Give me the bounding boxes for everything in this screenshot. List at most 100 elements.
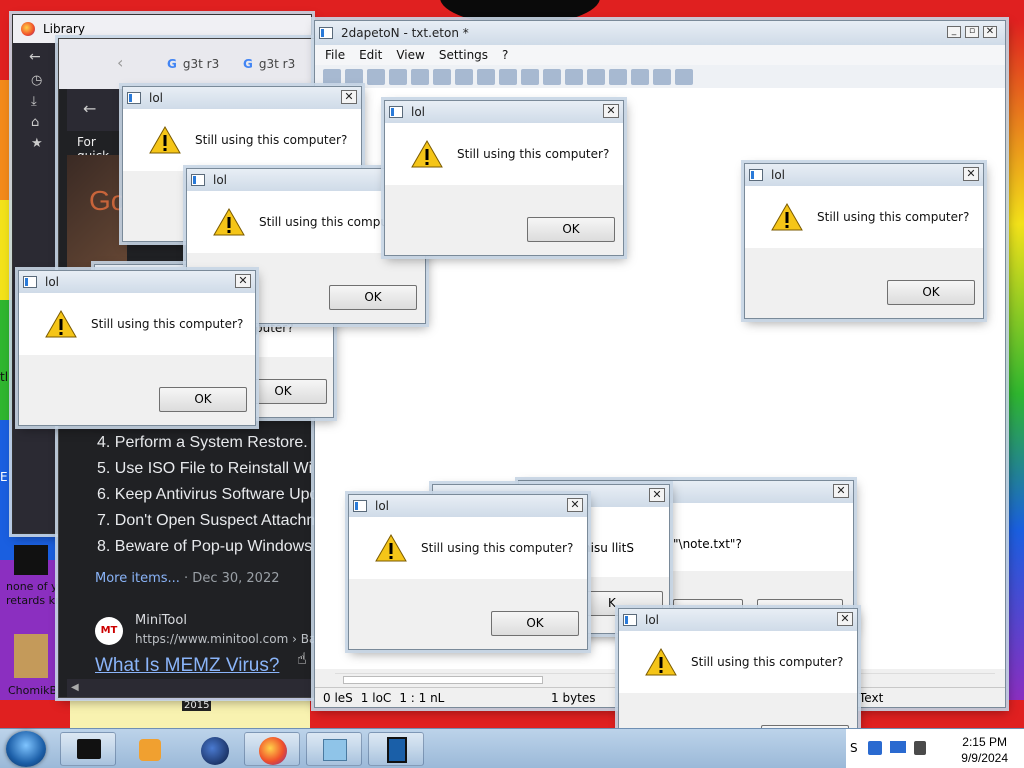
quick-text: For quick <box>77 135 109 163</box>
cut-icon[interactable] <box>455 68 473 85</box>
find-icon[interactable] <box>521 68 539 85</box>
popup-dialog[interactable]: lol ✕ Still using this computer? OK <box>18 270 256 426</box>
browser-tab[interactable]: G g3t r3 <box>243 57 295 71</box>
warning-icon <box>411 139 443 168</box>
scroll-left-icon[interactable]: ◀ <box>71 682 79 693</box>
redo-icon[interactable] <box>433 68 451 85</box>
desktop-icon[interactable] <box>14 545 48 575</box>
ok-button[interactable]: OK <box>527 217 615 242</box>
close-icon[interactable]: ✕ <box>235 274 251 288</box>
flag-icon[interactable] <box>868 741 882 755</box>
close-icon[interactable]: ✕ <box>567 498 583 512</box>
goto-icon[interactable] <box>565 68 583 85</box>
desktop-icon-label-line: retards kn <box>6 594 62 607</box>
notepad-icon <box>319 27 333 39</box>
taskbar-app-button[interactable] <box>368 732 424 766</box>
horizontal-scrollbar[interactable]: ◀ <box>67 679 319 697</box>
close-icon[interactable]: ✕ <box>603 104 619 118</box>
dialog-titlebar: lol ✕ <box>619 609 857 631</box>
desktop-icon-label: none of y retards kn <box>6 580 62 608</box>
dialog-titlebar: lol ✕ <box>385 101 623 123</box>
dialog-title: lol <box>375 499 390 513</box>
menu-edit[interactable]: Edit <box>359 48 382 62</box>
taskbar-app-button[interactable] <box>122 732 178 766</box>
dialog-titlebar: lol ✕ <box>19 271 255 293</box>
menu-settings[interactable]: Settings <box>439 48 488 62</box>
ok-button[interactable]: OK <box>329 285 417 310</box>
back-icon[interactable]: ‹ <box>117 53 123 72</box>
status-filetype: Text <box>859 690 884 705</box>
more-items-row: More items... · Dec 30, 2022 <box>95 571 280 586</box>
taskbar-app-button[interactable] <box>60 732 116 766</box>
dialog-title: lol <box>213 173 228 187</box>
ok-button[interactable]: OK <box>491 611 579 636</box>
more-items-link[interactable]: More items... <box>95 571 180 586</box>
menu-help[interactable]: ? <box>502 48 508 62</box>
desktop-icon[interactable] <box>14 634 48 678</box>
undo-icon[interactable] <box>411 68 429 85</box>
downloads-icon[interactable]: ⤓ <box>31 94 59 109</box>
open-icon[interactable] <box>345 68 363 85</box>
scheme-icon[interactable] <box>653 68 671 85</box>
tags-icon[interactable]: ⌂ <box>31 115 59 130</box>
network-icon[interactable] <box>890 741 906 753</box>
paste-icon[interactable] <box>499 68 517 85</box>
system-tray: S 2:15 PM 9/9/2024 <box>846 729 1024 768</box>
close-icon[interactable]: ✕ <box>963 167 979 181</box>
close-button[interactable]: ✕ <box>983 26 997 38</box>
back-icon[interactable]: ← <box>29 49 59 65</box>
exit-icon[interactable] <box>675 68 693 85</box>
zoom-in-icon[interactable] <box>587 68 605 85</box>
result-headline-link[interactable]: What Is MEMZ Virus? <box>95 655 279 677</box>
library-title: Library <box>43 22 85 36</box>
taskbar-app-button[interactable] <box>186 732 242 766</box>
dialog-title: lol <box>45 275 60 289</box>
settings-icon[interactable] <box>631 68 649 85</box>
clock-date: 9/9/2024 <box>961 751 1008 765</box>
menu-file[interactable]: File <box>325 48 345 62</box>
new-icon[interactable] <box>323 68 341 85</box>
dialog-message: Still using this computer? <box>691 655 844 669</box>
warning-icon <box>45 309 77 338</box>
dialog-title: lol <box>771 168 786 182</box>
dialog-message: Still using this computer? <box>817 210 970 224</box>
close-icon[interactable]: ✕ <box>341 90 357 104</box>
save-icon[interactable] <box>389 68 407 85</box>
clock-time: 2:15 PM <box>962 735 1007 749</box>
firefox-icon <box>21 22 35 36</box>
clock[interactable]: 2:15 PM 9/9/2024 <box>961 734 1008 766</box>
popup-dialog[interactable]: lol ✕ Still using this computer? OK <box>384 100 624 256</box>
close-icon[interactable]: ✕ <box>649 488 665 502</box>
taskbar-app-button[interactable] <box>306 732 362 766</box>
dialog-titlebar: lol ✕ <box>123 87 361 109</box>
taskbar: S 2:15 PM 9/9/2024 <box>0 728 1024 768</box>
open-recent-icon[interactable] <box>367 68 385 85</box>
star-icon[interactable]: ★ <box>31 136 59 151</box>
result-item: 4. Perform a System Restore. <box>97 434 308 451</box>
result-item: 8. Beware of Pop-up Windows <box>97 538 313 555</box>
back-icon[interactable]: ← <box>83 99 96 118</box>
zoom-out-icon[interactable] <box>609 68 627 85</box>
ok-button[interactable]: OK <box>887 280 975 305</box>
minimize-button[interactable]: _ <box>947 26 961 38</box>
close-icon[interactable]: ✕ <box>837 612 853 626</box>
popup-dialog[interactable]: lol ✕ Still using this computer? OK <box>348 494 588 650</box>
popup-dialog[interactable]: lol ✕ Still using this computer? OK <box>744 163 984 319</box>
scroll-thumb[interactable] <box>343 676 543 684</box>
close-icon[interactable]: ✕ <box>833 484 849 498</box>
history-icon[interactable]: ◷ <box>31 73 59 88</box>
globe-icon <box>201 737 229 765</box>
media-player-icon <box>139 739 161 761</box>
start-button[interactable] <box>6 731 46 767</box>
ok-button[interactable]: OK <box>159 387 247 412</box>
replace-icon[interactable] <box>543 68 561 85</box>
dialog-message: Still using this computer? <box>91 317 244 331</box>
copy-icon[interactable] <box>477 68 495 85</box>
taskbar-app-button[interactable] <box>244 732 300 766</box>
volume-icon[interactable] <box>914 741 926 755</box>
dialog-title: lol <box>149 91 164 105</box>
source-name: MiniTool <box>135 613 187 628</box>
maximize-button[interactable]: ▫ <box>965 26 979 38</box>
browser-tab[interactable]: G g3t r3 <box>167 57 219 71</box>
menu-view[interactable]: View <box>396 48 424 62</box>
